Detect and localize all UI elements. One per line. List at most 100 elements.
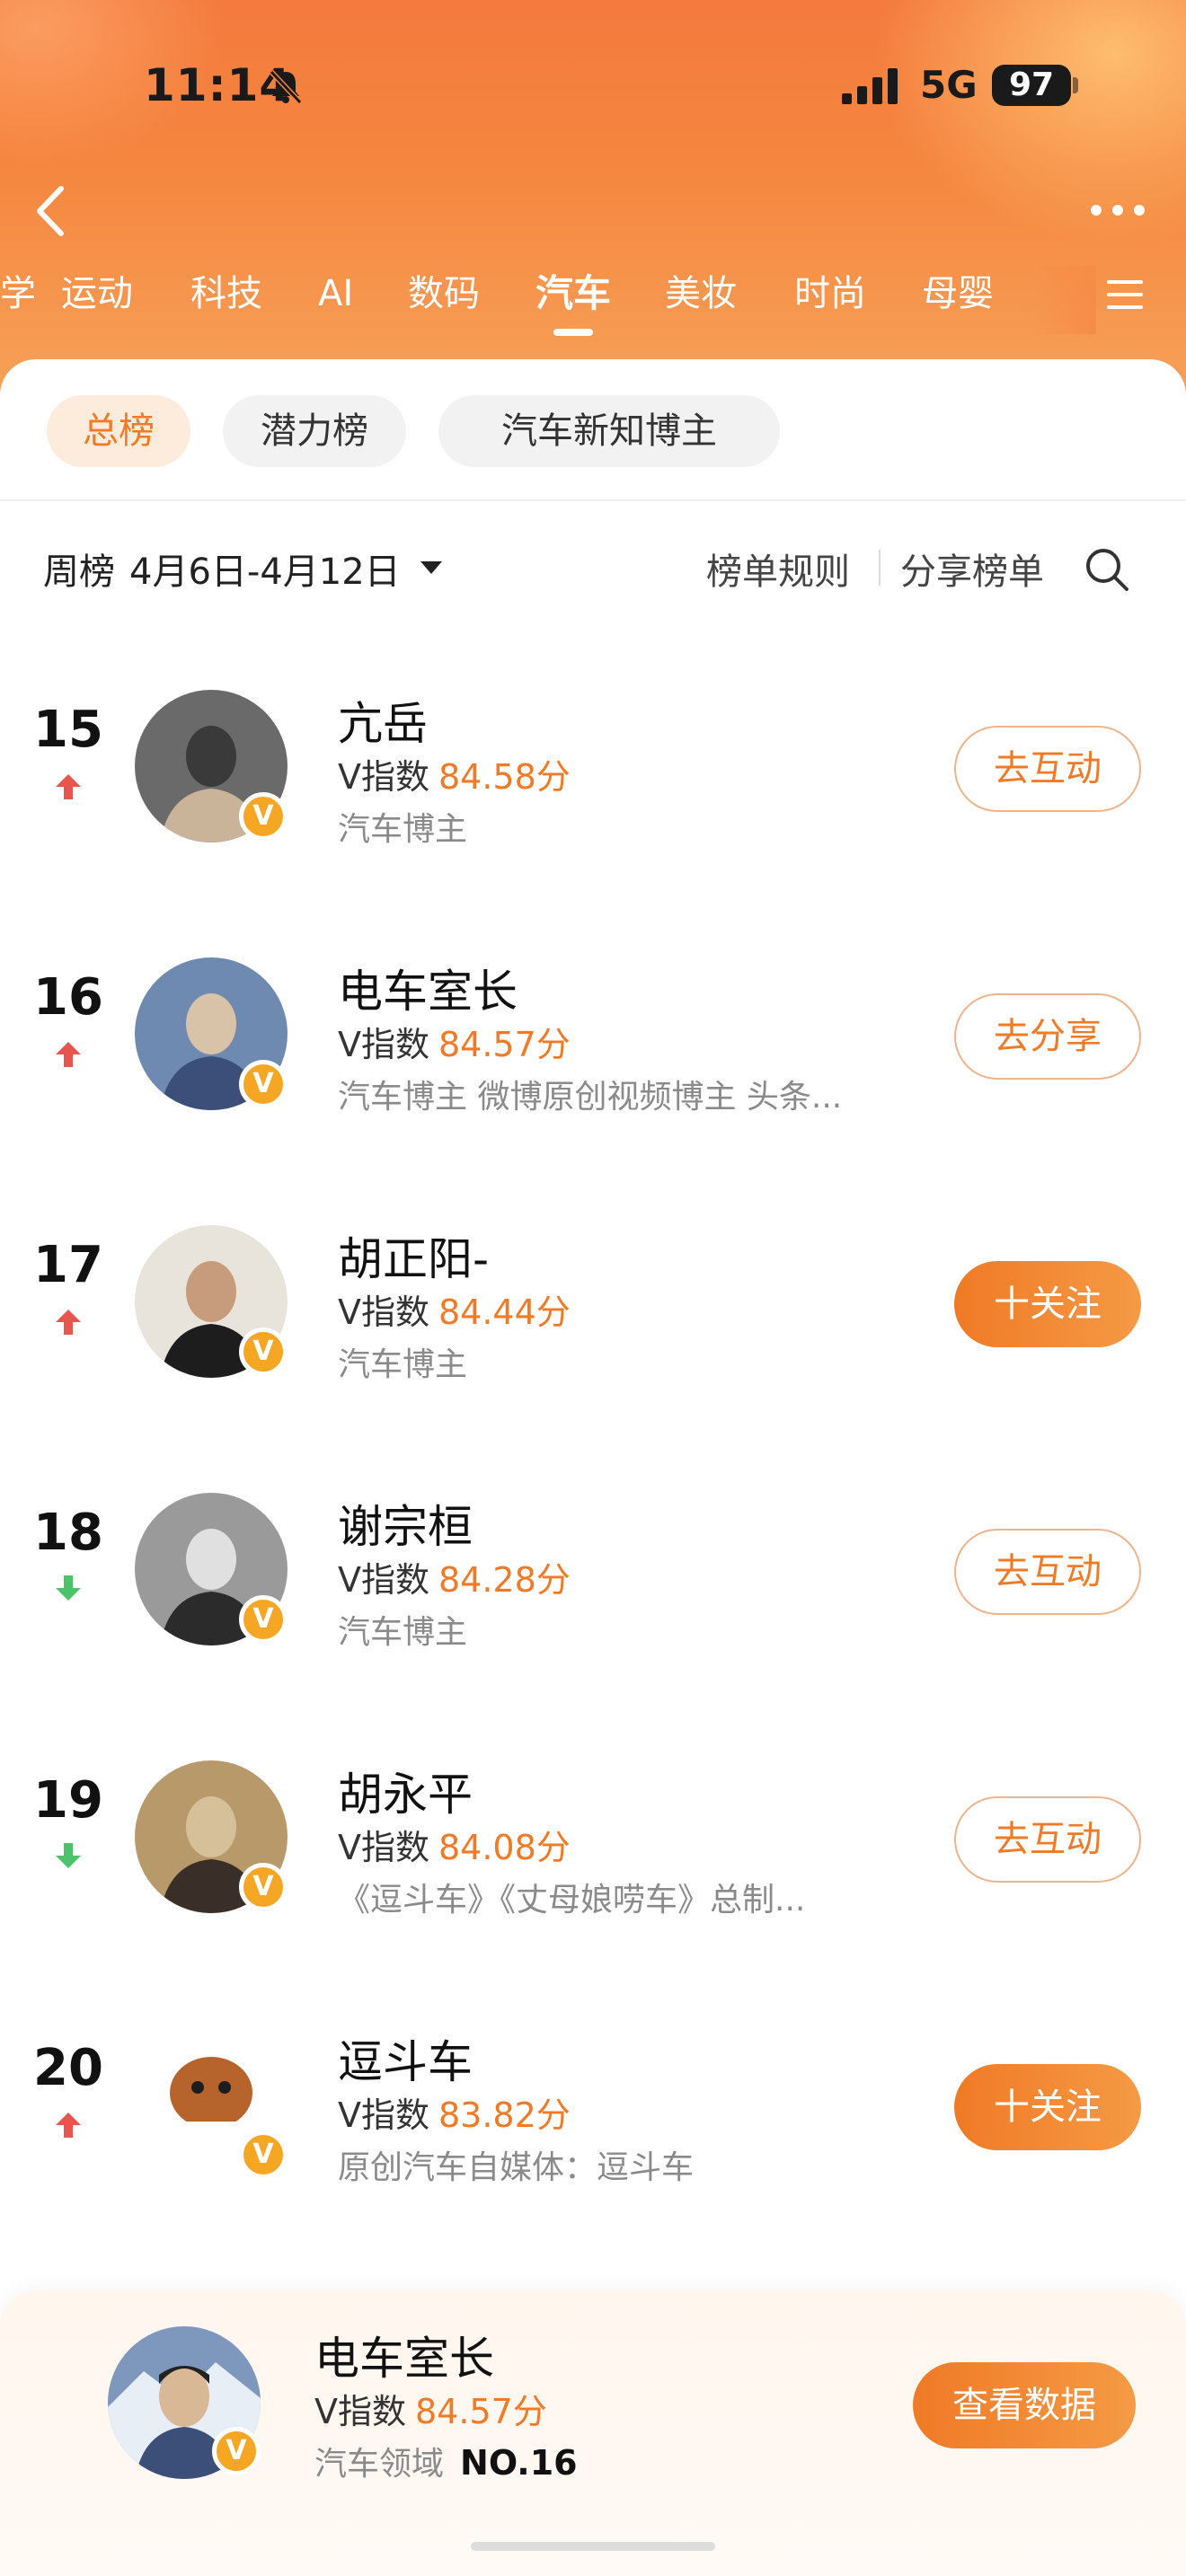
period-label[interactable]: 周榜: [43, 543, 115, 595]
v-index: V指数 83.82分: [338, 2087, 571, 2137]
trend-up-icon: [56, 2113, 81, 2138]
blogger-name[interactable]: 谢宗桓: [338, 1491, 473, 1556]
verified-badge-icon: V: [239, 1060, 288, 1108]
battery-indicator: 97: [992, 65, 1071, 106]
tabs-fade: [1033, 266, 1096, 334]
blogger-name[interactable]: 胡永平: [338, 1759, 473, 1823]
blogger-description: 原创汽车自媒体：逗斗车: [338, 2149, 695, 2186]
ranking-row[interactable]: 20 V 逗斗车 V指数 83.82分原创汽车自媒体：逗斗车 十关注: [0, 1976, 1186, 2245]
v-index-score: 84.44分: [438, 1292, 571, 1332]
verified-badge-icon: V: [239, 1863, 288, 1911]
trend-up-icon: [56, 1042, 81, 1067]
rank-number: 20: [33, 2039, 103, 2097]
category-tab-partial[interactable]: 学: [0, 266, 36, 329]
v-index-label: V指数: [338, 1560, 429, 1600]
share-link[interactable]: 分享榜单: [900, 543, 1044, 595]
search-icon[interactable]: [1084, 546, 1130, 593]
v-index-score: 84.58分: [438, 757, 571, 797]
action-button[interactable]: 去互动: [954, 1796, 1141, 1883]
blogger-description: 汽车博主 微博原创视频博主 头条...: [338, 1079, 843, 1116]
v-index: V指数 84.58分: [338, 749, 571, 798]
signal-icon: [842, 68, 898, 104]
v-index: V指数 84.44分: [338, 1284, 571, 1334]
category-tab-tech[interactable]: 科技: [190, 266, 262, 329]
v-index-label: V指数: [338, 1292, 429, 1332]
verified-badge-icon: V: [239, 1328, 288, 1376]
period-range[interactable]: 4月6日-4月12日: [129, 543, 401, 595]
v-index-score: 83.82分: [438, 2095, 571, 2135]
blogger-name[interactable]: 亢岳: [338, 688, 428, 753]
v-index-label: V指数: [338, 757, 429, 797]
tab-potential[interactable]: 潜力榜: [223, 395, 406, 467]
trend-up-icon: [56, 1310, 81, 1335]
verified-badge-icon: V: [239, 792, 288, 841]
action-button[interactable]: 十关注: [954, 2064, 1141, 2150]
v-index-score: 84.57分: [438, 1025, 571, 1064]
category-tab-digital[interactable]: 数码: [408, 266, 480, 329]
blogger-description: 汽车博主: [338, 1614, 468, 1651]
action-button[interactable]: 去互动: [954, 726, 1141, 812]
verified-badge-icon: V: [239, 2130, 288, 2179]
category-tab-mombaby[interactable]: 母婴: [922, 266, 994, 329]
ranking-row[interactable]: 18 V 谢宗桓 V指数 84.28分汽车博主 去互动: [0, 1441, 1186, 1710]
divider: [0, 499, 1186, 501]
caret-down-icon[interactable]: [419, 559, 444, 577]
rank-number: 17: [33, 1236, 103, 1294]
network-label: 5G: [920, 63, 978, 107]
ranking-row[interactable]: 15 V 亢岳 V指数 84.58分汽车博主 去互动: [0, 638, 1186, 907]
my-domain: 汽车领域 NO.16: [314, 2438, 578, 2484]
my-ranking-card: V 电车室长 V指数 84.57分 汽车领域 NO.16 查看数据: [0, 2290, 1186, 2576]
v-index-label: V指数: [338, 1025, 429, 1064]
trend-down-icon: [56, 1575, 81, 1601]
my-name: 电车室长: [314, 2333, 494, 2385]
ranking-row[interactable]: 16 V 电车室长 V指数 84.57分 汽车博主 微博原创视频博主 头条... 去分享: [0, 905, 1186, 1175]
blogger-name[interactable]: 胡正阳-: [338, 1223, 489, 1288]
rules-link[interactable]: 榜单规则: [706, 543, 850, 595]
more-icon[interactable]: [1085, 199, 1150, 221]
rank-number: 18: [33, 1504, 103, 1562]
blogger-description: 汽车博主: [338, 811, 468, 848]
category-tab-auto[interactable]: 汽车: [535, 266, 611, 329]
tab-new-auto-bloggers[interactable]: 汽车新知博主: [438, 395, 780, 467]
v-index-label: V指数: [314, 2392, 406, 2431]
active-tab-indicator: [553, 329, 593, 336]
trend-up-icon: [56, 774, 81, 799]
v-index: V指数 84.28分: [338, 1552, 571, 1601]
trend-down-icon: [56, 1843, 81, 1868]
blogger-name[interactable]: 电车室长: [338, 956, 518, 1020]
category-tab-beauty[interactable]: 美妆: [665, 266, 737, 329]
domain-label: 汽车领域: [314, 2446, 445, 2483]
v-index-label: V指数: [338, 1828, 429, 1867]
v-index: V指数 84.08分: [338, 1820, 571, 1869]
verified-badge-icon: V: [239, 1595, 288, 1644]
ranking-row[interactable]: 17 V 胡正阳- V指数 84.44分汽车博主 十关注: [0, 1173, 1186, 1442]
menu-icon[interactable]: [1103, 275, 1146, 314]
action-button[interactable]: 去互动: [954, 1529, 1141, 1615]
home-indicator: [471, 2542, 715, 2551]
my-v-index: V指数 84.57分: [314, 2384, 547, 2433]
bell-muted-icon: [269, 69, 303, 105]
blogger-name[interactable]: 逗斗车: [338, 2026, 473, 2091]
rank-number: 16: [33, 968, 103, 1027]
separator: [879, 550, 881, 586]
action-button[interactable]: 去分享: [954, 993, 1141, 1080]
view-data-button[interactable]: 查看数据: [913, 2362, 1136, 2448]
period-row: 周榜 4月6日-4月12日 榜单规则 分享榜单: [0, 530, 1186, 602]
v-index-score: 84.28分: [438, 1560, 571, 1600]
category-tab-ai[interactable]: AI: [318, 266, 353, 329]
tab-overall[interactable]: 总榜: [47, 395, 190, 467]
v-index-label: V指数: [338, 2095, 429, 2135]
blogger-description: 《逗斗车》《丈母娘唠车》总制...: [338, 1882, 806, 1919]
category-tab-fashion[interactable]: 时尚: [794, 266, 866, 329]
rank-number: 15: [33, 701, 103, 759]
category-tab-sports[interactable]: 运动: [61, 266, 133, 329]
domain-rank: NO.16: [460, 2443, 578, 2483]
v-index-score: 84.08分: [438, 1828, 571, 1867]
category-tabs: 学 运动 科技 AI 数码 汽车 美妆 时尚 母婴: [0, 266, 1186, 347]
v-index-score: 84.57分: [415, 2392, 547, 2431]
ranking-row[interactable]: 19 V 胡永平 V指数 84.08分 《逗斗车》《丈母娘唠车》总制... 去互动: [0, 1708, 1186, 1978]
v-index: V指数 84.57分: [338, 1017, 571, 1066]
blogger-description: 汽车博主: [338, 1346, 468, 1383]
back-arrow-icon[interactable]: [23, 180, 77, 243]
action-button[interactable]: 十关注: [954, 1261, 1141, 1347]
